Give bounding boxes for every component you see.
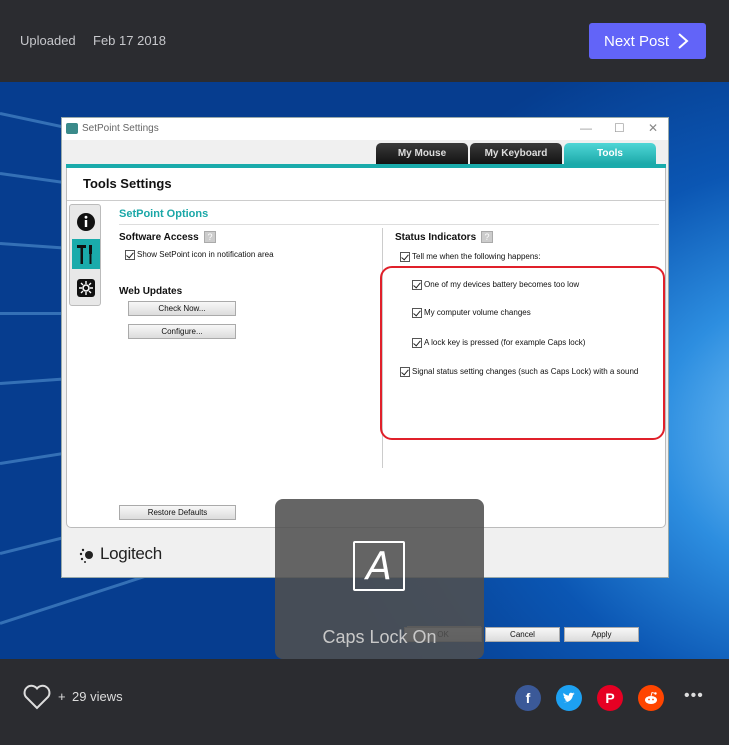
setpoint-app-icon — [66, 123, 78, 134]
apply-button[interactable]: Apply — [564, 627, 639, 642]
divider — [67, 200, 665, 201]
show-icon-checkbox[interactable] — [125, 250, 135, 260]
highlight-annotation — [380, 266, 665, 440]
window-titlebar: SetPoint Settings — ☐ ✕ — [62, 118, 668, 140]
show-icon-label: Show SetPoint icon in notification area — [137, 250, 274, 259]
plus-sign: + — [58, 689, 66, 704]
next-post-button[interactable]: Next Post — [589, 23, 706, 59]
chevron-right-icon — [678, 33, 689, 49]
caps-lock-icon: A — [353, 541, 405, 591]
restore-defaults-button[interactable]: Restore Defaults — [119, 505, 236, 520]
tab-tools[interactable]: Tools — [564, 143, 656, 165]
pinterest-share-button[interactable]: P — [597, 685, 623, 711]
tab-my-keyboard[interactable]: My Keyboard — [470, 143, 562, 165]
view-count: 29 views — [72, 689, 123, 704]
post-image: SetPoint Settings — ☐ ✕ My Mouse My Keyb… — [0, 82, 729, 659]
configure-button[interactable]: Configure... — [128, 324, 236, 339]
tab-my-mouse[interactable]: My Mouse — [376, 143, 468, 165]
window-title: SetPoint Settings — [82, 123, 159, 134]
minimize-icon[interactable]: — — [580, 121, 592, 135]
side-tabs — [69, 204, 101, 306]
section-title: SetPoint Options — [119, 208, 209, 220]
logitech-logo: Logitech — [100, 544, 162, 563]
cancel-button[interactable]: Cancel — [485, 627, 560, 642]
tools-icon — [77, 245, 92, 264]
status-indicators-heading: Status Indicators — [395, 232, 477, 243]
bottom-bar: + 29 views f P ••• — [0, 659, 729, 745]
gear-icon — [77, 279, 95, 297]
top-tabs: My Mouse My Keyboard Tools — [62, 140, 668, 165]
caps-lock-overlay: A Caps Lock On — [275, 499, 484, 659]
web-updates-heading: Web Updates — [119, 286, 183, 297]
info-icon — [77, 213, 95, 231]
help-icon[interactable]: ? — [481, 231, 493, 243]
upload-date: Feb 17 2018 — [93, 33, 167, 48]
tools-panel: Tools Settings SetPoint Options Software… — [66, 168, 666, 528]
help-icon[interactable]: ? — [204, 231, 216, 243]
panel-title: Tools Settings — [83, 176, 172, 191]
divider — [119, 224, 659, 225]
more-options-button[interactable]: ••• — [684, 687, 704, 705]
top-bar: Uploaded Feb 17 2018 Next Post — [0, 0, 729, 82]
close-icon[interactable]: ✕ — [648, 121, 658, 135]
reddit-icon — [645, 691, 657, 704]
reddit-share-button[interactable] — [638, 685, 664, 711]
facebook-icon: f — [525, 690, 531, 706]
maximize-icon[interactable]: ☐ — [614, 121, 625, 135]
heart-icon[interactable] — [23, 684, 51, 710]
side-tab-tools[interactable] — [72, 239, 100, 269]
caps-lock-text: Caps Lock On — [322, 627, 437, 647]
uploaded-label: Uploaded — [20, 33, 76, 48]
side-tab-settings[interactable] — [72, 273, 100, 303]
side-tab-info[interactable] — [72, 207, 100, 237]
tell-me-label: Tell me when the following happens: — [412, 252, 541, 261]
logitech-logo-icon — [79, 548, 93, 563]
check-now-button[interactable]: Check Now... — [128, 301, 236, 316]
tell-me-checkbox[interactable] — [400, 252, 410, 262]
software-access-heading: Software Access — [119, 232, 199, 243]
pinterest-icon: P — [605, 690, 615, 706]
twitter-share-button[interactable] — [556, 685, 582, 711]
next-post-label: Next Post — [604, 32, 670, 50]
twitter-icon — [563, 692, 575, 703]
facebook-share-button[interactable]: f — [515, 685, 541, 711]
